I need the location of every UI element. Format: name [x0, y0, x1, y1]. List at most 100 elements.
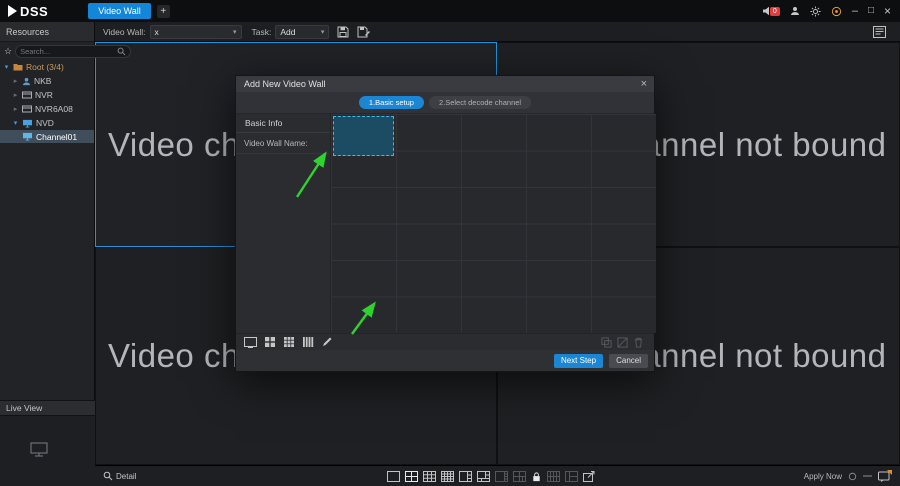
screen-9-layout-icon[interactable]: [283, 336, 295, 348]
wizard-steps: 1.Basic setup 2.Select decode channel: [236, 92, 654, 114]
alarm-group[interactable]: 0: [762, 6, 780, 16]
screen-column-layout-icon[interactable]: [302, 336, 314, 348]
monitor-icon: [22, 119, 33, 128]
favorite-star-icon[interactable]: ☆: [4, 46, 12, 57]
apply-now-label: Apply Now: [804, 472, 842, 481]
live-view-panel: [0, 416, 95, 486]
chevron-down-icon: ▾: [321, 28, 325, 36]
tree-node-nvr[interactable]: ▸ NVR: [0, 88, 94, 102]
next-step-button[interactable]: Next Step: [554, 354, 603, 368]
chevron-down-icon[interactable]: ▾: [12, 119, 19, 127]
chevron-right-icon[interactable]: ▸: [12, 77, 19, 85]
tree-node-label: NVR6A08: [35, 104, 73, 114]
tab-video-wall[interactable]: Video Wall: [88, 3, 151, 19]
dialog-left-panel: Basic Info Video Wall Name:: [236, 114, 331, 333]
dialog-footer: Next Step Cancel: [236, 350, 654, 372]
tree-node-nkb[interactable]: ▸ NKB: [0, 74, 94, 88]
tree-node-label: NKB: [34, 76, 51, 86]
tree-node-channel01[interactable]: Channel01: [0, 130, 94, 143]
user-icon[interactable]: [790, 6, 800, 16]
video-wall-name-label: Video Wall Name:: [236, 133, 330, 154]
task-list-icon[interactable]: [873, 26, 886, 38]
selected-screen-cell[interactable]: [333, 116, 394, 156]
dialog-close-icon[interactable]: ×: [641, 79, 647, 90]
divider: [863, 475, 872, 477]
screen-1-layout-icon[interactable]: [244, 337, 257, 348]
popout-icon[interactable]: [583, 471, 596, 482]
tree-node-label: Channel01: [36, 132, 77, 142]
close-icon[interactable]: ×: [884, 5, 891, 17]
search-box: [15, 45, 131, 58]
merge-screens-icon[interactable]: [601, 337, 612, 348]
tree-node-label: NVR: [35, 90, 53, 100]
video-wall-label: Video Wall:: [103, 27, 146, 37]
split-9-icon[interactable]: [423, 471, 436, 482]
delete-screen-icon[interactable]: [633, 337, 644, 348]
pip-1-7-icon[interactable]: [495, 471, 508, 482]
tree-node-nvr6a08[interactable]: ▸ NVR6A08: [0, 102, 94, 116]
add-video-wall-dialog: Add New Video Wall × 1.Basic setup 2.Sel…: [235, 75, 655, 372]
feedback-chat-icon[interactable]: [878, 470, 892, 483]
alarm-count-badge: 0: [770, 7, 780, 16]
split-8-icon[interactable]: [547, 471, 560, 482]
search-input[interactable]: [20, 47, 117, 56]
task-select[interactable]: Add ▾: [275, 25, 329, 39]
live-view-section[interactable]: Live View: [0, 400, 95, 416]
dialog-layout-toolbar: [236, 333, 654, 350]
lock-icon[interactable]: [531, 471, 542, 483]
folder-icon: [13, 63, 23, 71]
video-wall-select[interactable]: x ▾: [150, 25, 242, 39]
tree-node-root[interactable]: ▾ Root (3/4): [0, 60, 94, 74]
screen-4-layout-icon[interactable]: [264, 336, 276, 348]
chevron-right-icon[interactable]: ▸: [12, 105, 19, 113]
split-16-icon[interactable]: [441, 471, 454, 482]
apply-group: Apply Now: [804, 470, 892, 483]
split-4-icon[interactable]: [405, 471, 418, 482]
chevron-right-icon[interactable]: ▸: [12, 91, 19, 99]
dialog-edit-tools: [601, 337, 644, 348]
tree-node-label: NVD: [36, 118, 54, 128]
service-icon[interactable]: [831, 6, 842, 17]
step-select-decode-channel[interactable]: 2.Select decode channel: [429, 96, 531, 109]
search-row: ☆: [0, 42, 94, 60]
step-basic-setup[interactable]: 1.Basic setup: [359, 96, 424, 109]
pip-1-5-icon[interactable]: [477, 471, 490, 482]
chevron-down-icon: ▾: [233, 28, 237, 36]
detail-label: Detail: [116, 472, 136, 481]
monitor-icon: [22, 132, 33, 141]
maximize-icon[interactable]: □: [868, 6, 874, 16]
live-view-label: Live View: [6, 403, 42, 413]
save-icon[interactable]: [337, 26, 349, 38]
chevron-down-icon[interactable]: ▾: [3, 63, 10, 71]
tree-node-label: Root (3/4): [26, 62, 64, 72]
cancel-button[interactable]: Cancel: [609, 354, 648, 368]
dss-logo-text: DSS: [20, 4, 48, 19]
tree-node-nvd[interactable]: ▾ NVD: [0, 116, 94, 130]
dss-logo: DSS: [8, 4, 48, 19]
video-wall-select-value: x: [155, 27, 159, 37]
save-as-icon[interactable]: [357, 26, 370, 38]
titlebar-controls: 0 – □ ×: [762, 5, 891, 17]
apply-toggle-icon[interactable]: [848, 472, 857, 481]
resources-sidebar: Resources ☆ ▾ Root (3/4) ▸ NKB ▸ NVR ▸ N…: [0, 22, 95, 486]
split-custom-icon[interactable]: [565, 471, 578, 482]
add-tab-button[interactable]: +: [157, 5, 170, 18]
gear-icon[interactable]: [810, 6, 821, 17]
titlebar: DSS Video Wall + 0 – □ ×: [0, 0, 900, 22]
search-icon[interactable]: [117, 47, 126, 56]
minimize-icon[interactable]: –: [852, 6, 858, 17]
dss-window: DSS Video Wall + 0 – □ × Video Wall: x ▾…: [0, 0, 900, 486]
split-screens-icon[interactable]: [617, 337, 628, 348]
pip-1-3-icon[interactable]: [459, 471, 472, 482]
split-1-icon[interactable]: [387, 471, 400, 482]
detail-button[interactable]: Detail: [103, 471, 136, 481]
dialog-title: Add New Video Wall: [236, 79, 326, 89]
statusbar: Detail Apply Now: [95, 465, 900, 486]
wall-layout-grid[interactable]: [331, 114, 656, 333]
search-icon: [103, 471, 113, 481]
nvr-device-icon: [22, 91, 32, 99]
custom-draw-icon[interactable]: [321, 336, 333, 348]
resources-header: Resources: [0, 22, 94, 42]
split-6-icon[interactable]: [513, 471, 526, 482]
keyboard-device-icon: [22, 77, 31, 86]
